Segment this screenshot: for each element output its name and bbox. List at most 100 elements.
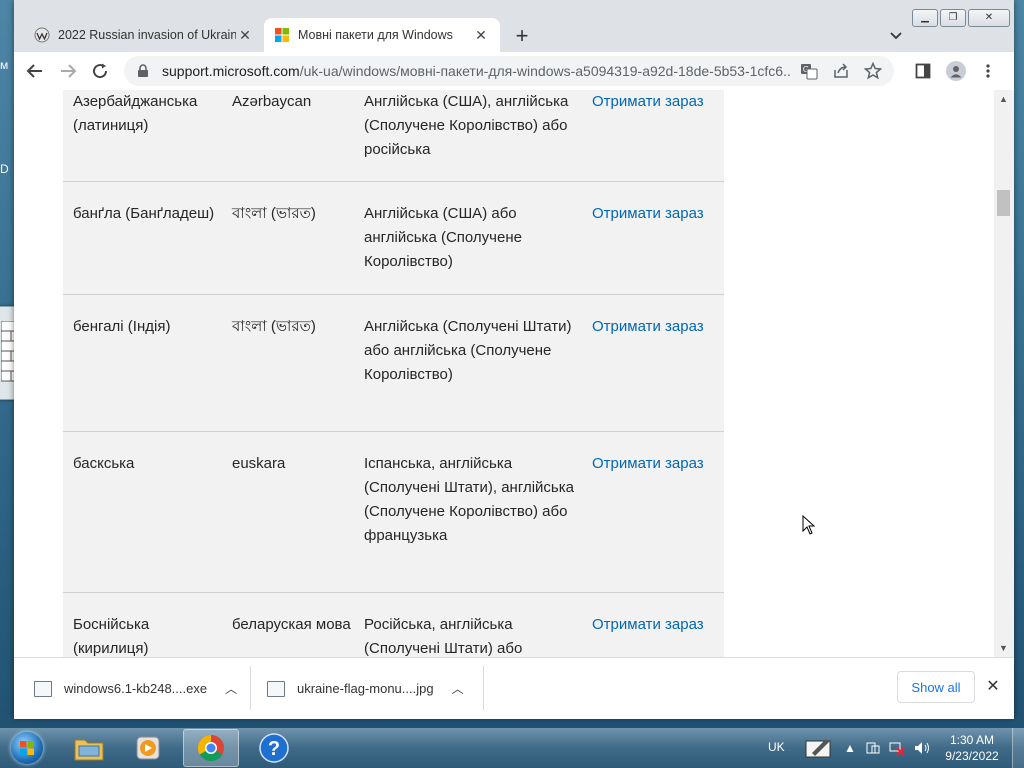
table-row: баскська euskara Іспанська, англійська (… xyxy=(63,432,724,593)
tab-wikipedia[interactable]: 2022 Russian invasion of Ukraine ✕ xyxy=(24,18,264,52)
get-now-link[interactable]: Отримати зараз xyxy=(592,90,722,114)
taskbar-help[interactable]: ? xyxy=(246,729,302,767)
new-tab-button[interactable]: + xyxy=(510,23,534,48)
native-name: বাংলা (ভারত) xyxy=(232,318,316,335)
get-now-link[interactable]: Отримати зараз xyxy=(592,452,722,476)
get-now-link[interactable]: Отримати зараз xyxy=(592,202,722,226)
language-name: банґла (Банґладеш) xyxy=(73,205,215,222)
share-icon[interactable] xyxy=(828,58,854,84)
url-domain: support.microsoft.com xyxy=(162,63,300,79)
image-file-icon xyxy=(267,680,285,697)
back-button[interactable] xyxy=(22,58,48,84)
address-bar[interactable]: support.microsoft.com/uk-ua/windows/мовн… xyxy=(124,56,894,86)
table-row: банґла (Банґладеш) বাংলা (ভারত) Англійсь… xyxy=(63,182,724,295)
chevron-up-icon[interactable]: ︿ xyxy=(225,680,237,697)
microsoft-icon xyxy=(275,28,289,42)
tab-strip: 2022 Russian invasion of Ukraine ✕ Мовні… xyxy=(14,0,1014,52)
taskbar-media-player[interactable] xyxy=(121,729,177,767)
language-name: Азербайджанська (латиниця) xyxy=(73,93,198,134)
native-name: বাংলা (ভারত) xyxy=(232,205,316,222)
reload-button[interactable] xyxy=(87,58,113,84)
profile-button[interactable] xyxy=(943,58,969,84)
native-name: беларуская мова xyxy=(232,616,351,633)
maximize-button[interactable]: ❐ xyxy=(940,9,966,27)
reload-icon xyxy=(93,63,108,79)
side-panel-icon xyxy=(915,63,931,79)
translate-icon[interactable]: G xyxy=(796,58,822,84)
taskbar-chrome[interactable] xyxy=(183,729,239,767)
network-icon[interactable] xyxy=(888,738,906,758)
help-icon: ? xyxy=(259,733,289,763)
file-icon xyxy=(34,680,52,697)
minimize-button[interactable]: ▁ xyxy=(912,9,938,27)
desktop-edge-fragment: м xyxy=(0,58,9,72)
table-row: бенгалі (Індія) বাংলা (ভারত) Англійська … xyxy=(63,295,724,432)
language-name: бенгалі (Індія) xyxy=(73,318,171,335)
url-path: /uk-ua/windows/мовні-пакети-для-windows-… xyxy=(299,63,790,79)
tab-search-button[interactable] xyxy=(884,24,908,48)
download-filename: windows6.1-kb248....exe xyxy=(64,681,208,696)
forward-button[interactable] xyxy=(55,58,81,84)
media-player-icon xyxy=(136,736,160,760)
get-now-link[interactable]: Отримати зараз xyxy=(592,613,722,637)
scrollbar-thumb[interactable] xyxy=(997,190,1010,216)
scroll-down-icon[interactable]: ▼ xyxy=(999,643,1008,653)
table-row: Азербайджанська (латиниця) Azərbaycan Ан… xyxy=(63,90,724,182)
download-item[interactable]: windows6.1-kb248....exe ︿ xyxy=(34,658,237,719)
close-icon[interactable]: ✕ xyxy=(472,26,490,44)
table-row: Боснійська (кирилиця) беларуская мова Ро… xyxy=(63,593,724,657)
arrow-left-icon xyxy=(26,64,42,78)
windows-logo-icon xyxy=(11,732,43,764)
star-icon[interactable] xyxy=(860,58,886,84)
tab-title: Мовні пакети для Windows xyxy=(298,28,453,42)
base-language: Англійська (США), англійська (Сполучене … xyxy=(364,93,569,158)
wikipedia-icon xyxy=(34,27,50,43)
taskbar-explorer[interactable] xyxy=(61,729,117,767)
show-all-button[interactable]: Show all xyxy=(897,671,975,703)
divider xyxy=(250,666,251,710)
language-name: Боснійська (кирилиця) xyxy=(73,616,150,657)
lock-icon[interactable] xyxy=(134,64,152,78)
start-button[interactable] xyxy=(4,729,50,767)
avatar xyxy=(946,61,966,81)
folder-icon xyxy=(74,739,104,761)
base-language: Англійська (США) або англійська (Сполуче… xyxy=(364,205,522,270)
language-name: баскська xyxy=(73,455,135,472)
language-indicator[interactable]: UK xyxy=(768,740,785,754)
base-language: Російська, англійська (Сполучені Штати) … xyxy=(364,616,523,657)
volume-icon[interactable] xyxy=(912,738,932,758)
show-hidden-icons-icon[interactable]: ▲ xyxy=(844,738,856,758)
more-vertical-icon xyxy=(986,64,990,78)
clock-time: 1:30 AM xyxy=(949,733,995,747)
action-center-icon[interactable] xyxy=(864,738,882,758)
mouse-cursor-icon xyxy=(802,515,816,535)
person-icon xyxy=(950,66,962,78)
close-window-button[interactable]: ✕ xyxy=(968,9,1010,27)
close-icon[interactable]: ✕ xyxy=(236,26,254,44)
tab-title: 2022 Russian invasion of Ukraine xyxy=(58,28,236,42)
scroll-up-icon[interactable]: ▲ xyxy=(999,94,1008,104)
native-name: euskara xyxy=(232,455,286,472)
close-downloads-icon[interactable]: ✕ xyxy=(982,675,1004,697)
tab-language-packs[interactable]: Мовні пакети для Windows ✕ xyxy=(264,18,500,52)
show-desktop-button[interactable] xyxy=(1012,728,1024,768)
base-language: Англійська (Сполучені Штати) або англійс… xyxy=(364,318,572,383)
menu-button[interactable] xyxy=(975,58,1001,84)
url-text[interactable]: support.microsoft.com/uk-ua/windows/мовн… xyxy=(162,63,790,79)
base-language: Іспанська, англійська (Сполучені Штати),… xyxy=(364,455,574,544)
download-filename: ukraine-flag-monu....jpg xyxy=(297,681,434,696)
download-item[interactable]: ukraine-flag-monu....jpg ︿ xyxy=(267,658,464,719)
side-panel-button[interactable] xyxy=(910,58,936,84)
pen-input-icon[interactable] xyxy=(802,738,836,758)
browser-window: 2022 Russian invasion of Ukraine ✕ Мовні… xyxy=(14,0,1014,719)
clock[interactable]: 1:30 AM 9/23/2022 xyxy=(940,732,1004,764)
window-controls: ▁ ❐ ✕ xyxy=(912,9,1010,27)
language-packs-table: Азербайджанська (латиниця) Azərbaycan Ан… xyxy=(63,90,724,657)
vertical-scrollbar[interactable]: ▲ ▼ xyxy=(994,90,1014,657)
divider xyxy=(483,666,484,710)
taskbar: ? UK ▲ 1:30 AM 9/23/2022 xyxy=(0,728,1024,768)
chevron-up-icon[interactable]: ︿ xyxy=(452,680,464,697)
browser-toolbar: support.microsoft.com/uk-ua/windows/мовн… xyxy=(14,52,1014,91)
page-content: Азербайджанська (латиниця) Azərbaycan Ан… xyxy=(14,90,994,657)
get-now-link[interactable]: Отримати зараз xyxy=(592,315,722,339)
